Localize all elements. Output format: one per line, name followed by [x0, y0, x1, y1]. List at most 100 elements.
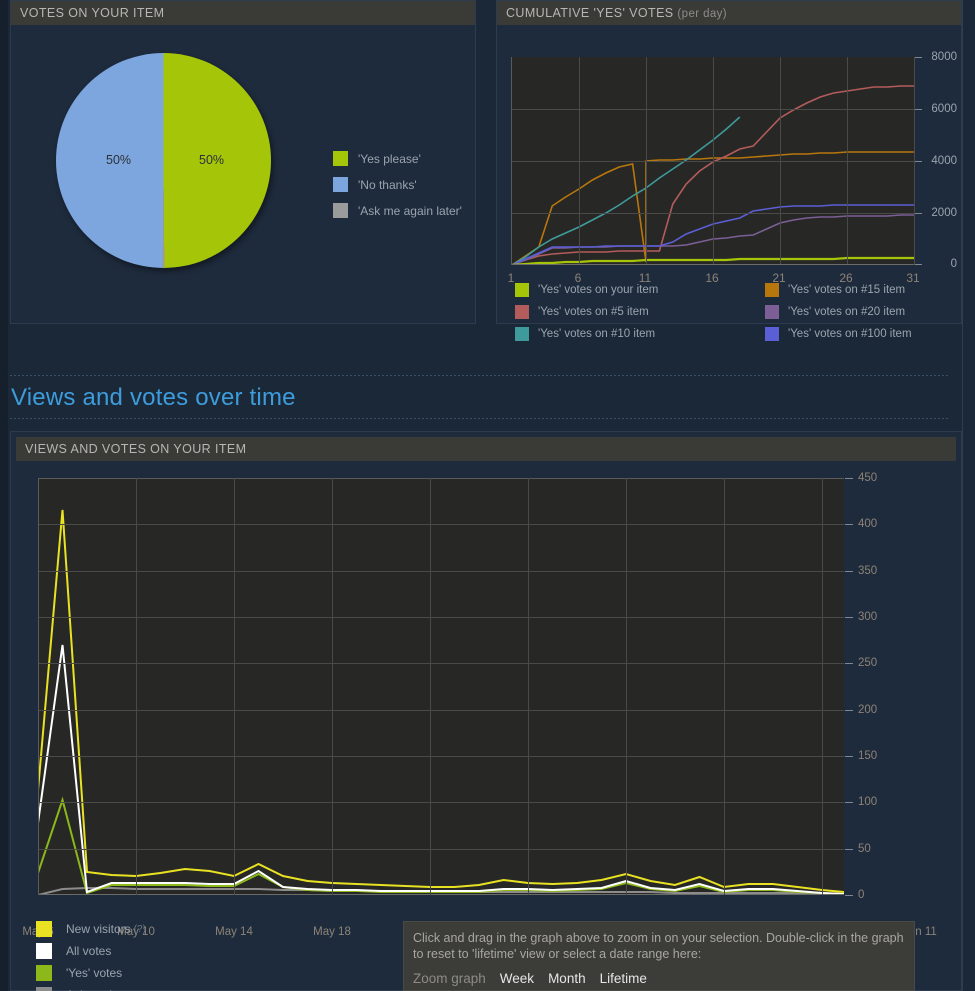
gridline-v [430, 478, 431, 895]
y-tick [915, 213, 922, 214]
cumulative-plot-area[interactable] [511, 57, 915, 265]
x-axis-label: 1 [507, 271, 515, 285]
legend-item-ask-me-again-later[interactable]: 'Ask me again later' [333, 203, 462, 218]
gridline-h [512, 161, 914, 162]
y-tick [845, 895, 853, 896]
section-divider-top [10, 375, 950, 376]
votes-panel-body: 50% 50% 'Yes please' 'No thanks' 'Ask me… [11, 25, 475, 321]
legend-item-new-visitors[interactable]: New visitors (?) [36, 921, 146, 937]
y-axis-label: 150 [858, 750, 878, 762]
gridline-v [724, 478, 725, 895]
gridline-v [234, 478, 235, 895]
legend-swatch-icon [333, 151, 348, 166]
axis-baseline [512, 264, 914, 265]
legend-label: All votes [66, 944, 112, 958]
y-tick [915, 264, 922, 265]
zoom-buttons-row: Zoom graph Week Month Lifetime [413, 971, 904, 986]
legend-label: 'Yes' votes [66, 966, 123, 980]
legend-item-100[interactable]: 'Yes' votes on #100 item [765, 327, 965, 341]
votes-on-your-item-panel: VOTES ON YOUR ITEM 50% 50% 'Yes please' … [10, 0, 476, 324]
legend-swatch-icon [765, 283, 779, 297]
legend-label: 'Yes' votes on #15 item [788, 284, 906, 296]
gridline-v [528, 478, 529, 895]
zoom-instructions: Click and drag in the graph above to zoo… [413, 931, 904, 961]
legend-label: New visitors [66, 922, 131, 936]
pie-slice-label-no: 50% [106, 153, 132, 167]
legend-item-your-item[interactable]: 'Yes' votes on your item [515, 283, 765, 297]
y-tick [845, 756, 853, 757]
y-tick [845, 571, 853, 572]
legend-swatch-icon [765, 305, 779, 319]
pie-graphic [56, 53, 271, 268]
y-tick [915, 161, 922, 162]
zoom-week-button[interactable]: Week [500, 971, 534, 986]
zoom-graph-label: Zoom graph [413, 971, 486, 986]
page-section-title: Views and votes over time [11, 384, 296, 411]
zoom-controls-box: Click and drag in the graph above to zoo… [403, 921, 915, 991]
views-plot-area[interactable] [38, 478, 844, 895]
gridline-h [512, 109, 914, 110]
cumulative-panel-title: CUMULATIVE 'YES' VOTES [506, 6, 674, 20]
y-axis-label: 2000 [931, 207, 957, 219]
y-tick [845, 849, 853, 850]
cumulative-panel-body: 8000 6000 4000 2000 0 1 6 11 16 21 26 31… [497, 25, 961, 341]
legend-swatch-icon [36, 987, 52, 991]
gridline-h [512, 213, 914, 214]
legend-item-no-thanks[interactable]: 'No thanks' [333, 177, 462, 192]
y-tick [845, 524, 853, 525]
legend-swatch-icon [36, 943, 52, 959]
y-axis-label: 6000 [931, 103, 957, 115]
legend-item-yes-please[interactable]: 'Yes please' [333, 151, 462, 166]
help-question-icon[interactable]: (?) [134, 924, 146, 935]
y-tick [845, 478, 853, 479]
y-axis-label: 200 [858, 704, 878, 716]
legend-label: 'Yes' votes on #5 item [538, 306, 649, 318]
votes-pie-legend: 'Yes please' 'No thanks' 'Ask me again l… [333, 151, 462, 229]
x-axis-label: May 18 [313, 926, 351, 938]
y-axis-label: 250 [858, 657, 878, 669]
pie-slice-label-yes: 50% [199, 153, 225, 167]
legend-item-all-votes[interactable]: All votes [36, 943, 146, 959]
legend-item-10[interactable]: 'Yes' votes on #10 item [515, 327, 765, 341]
y-tick [845, 802, 853, 803]
legend-swatch-icon [333, 177, 348, 192]
votes-pie-chart: 50% 50% [56, 53, 286, 283]
legend-swatch-icon [515, 283, 529, 297]
zoom-month-button[interactable]: Month [548, 971, 586, 986]
legend-label: 'Yes' votes on #100 item [788, 328, 912, 340]
y-axis-label: 50 [858, 843, 871, 855]
x-axis-label: May 14 [215, 926, 253, 938]
legend-label: 'Yes' votes on #20 item [788, 306, 906, 318]
y-axis-label: 100 [858, 796, 878, 808]
y-axis-label: 450 [858, 472, 878, 484]
legend-swatch-icon [515, 327, 529, 341]
legend-swatch-icon [36, 965, 52, 981]
views-panel-header: VIEWS AND VOTES ON YOUR ITEM [16, 437, 956, 461]
legend-item-20[interactable]: 'Yes' votes on #20 item [765, 305, 965, 319]
legend-swatch-icon [515, 305, 529, 319]
legend-label: 'Yes please' [358, 151, 421, 166]
y-tick [845, 710, 853, 711]
gridline-v [332, 478, 333, 895]
y-tick [845, 617, 853, 618]
y-axis-label: 350 [858, 565, 878, 577]
legend-item-yes-votes[interactable]: 'Yes' votes [36, 965, 146, 981]
votes-panel-header: VOTES ON YOUR ITEM [11, 1, 475, 25]
y-axis-label: 0 [858, 889, 865, 901]
cumulative-panel-subtitle: (per day) [677, 8, 728, 20]
legend-item-5[interactable]: 'Yes' votes on #5 item [515, 305, 765, 319]
views-panel-title: VIEWS AND VOTES ON YOUR ITEM [25, 442, 247, 456]
legend-item-ask-me-later[interactable]: Ask me later [36, 987, 146, 991]
y-axis-label: 400 [858, 518, 878, 530]
zoom-lifetime-button[interactable]: Lifetime [600, 971, 647, 986]
y-axis-label: 300 [858, 611, 878, 623]
cumulative-panel-header: CUMULATIVE 'YES' VOTES (per day) [497, 1, 961, 25]
cumulative-legend: 'Yes' votes on your item 'Yes' votes on … [515, 283, 945, 341]
legend-item-15[interactable]: 'Yes' votes on #15 item [765, 283, 965, 297]
votes-panel-title: VOTES ON YOUR ITEM [20, 6, 165, 20]
legend-label: 'Yes' votes on your item [538, 284, 659, 296]
series-line-item10 [512, 116, 741, 265]
gridline-v [38, 478, 39, 895]
legend-label: 'No thanks' [358, 177, 417, 192]
section-divider-bottom [10, 418, 950, 419]
